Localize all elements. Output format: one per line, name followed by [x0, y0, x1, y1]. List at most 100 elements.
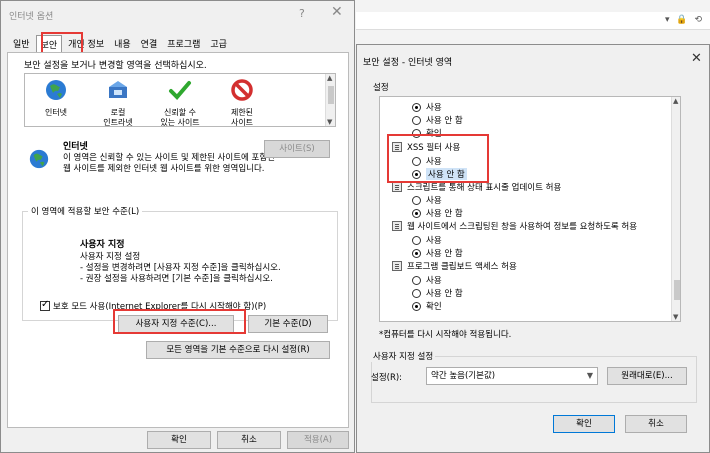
zone-label: 사이트 [230, 118, 254, 127]
radio-button[interactable] [412, 195, 421, 205]
close-icon[interactable]: ✕ [331, 4, 343, 20]
intranet-icon [109, 81, 127, 98]
setting-header: 프로그램 클립보드 액세스 허용 [392, 260, 517, 272]
radio-button[interactable] [412, 288, 421, 298]
option-label: 확인 [426, 302, 442, 312]
custom-desc-line: - 설정을 변경하려면 [사용자 지정 수준]을 클릭하십시오. [80, 263, 281, 273]
globe-icon [29, 149, 49, 169]
radio-button[interactable] [412, 248, 421, 258]
restart-note: *컴퓨터를 다시 시작해야 적용됩니다. [379, 330, 512, 340]
setting-option[interactable]: 사용 안 함 [412, 287, 463, 299]
ok-button[interactable]: 확인 [147, 431, 211, 449]
checkmark-icon [169, 81, 191, 100]
settings-list: 사용 사용 안 함 확인 XSS 필터 사용 사용 사용 안 함 스크립트를 통… [379, 96, 681, 322]
option-label: 사용 [426, 103, 442, 113]
setting-option[interactable]: 확인 [412, 300, 442, 312]
apply-button[interactable]: 적용(A) [287, 431, 349, 449]
settings-label: 설정 [373, 83, 389, 93]
option-label: 사용 안 함 [426, 249, 463, 259]
tab-general[interactable]: 일반 [9, 35, 34, 53]
scroll-up-icon[interactable]: ▲ [327, 74, 332, 82]
setting-option[interactable]: 사용 [412, 234, 442, 246]
highlight-security-tab [41, 32, 83, 54]
default-level-button[interactable]: 기본 수준(D) [248, 315, 328, 333]
radio-button[interactable] [412, 301, 421, 311]
chevron-down-icon: ▼ [586, 371, 593, 380]
tab-advanced[interactable]: 고급 [206, 35, 231, 53]
option-label: 사용 [426, 236, 442, 246]
zone-internet[interactable]: 인터넷 [25, 78, 87, 118]
option-label: 사용 안 함 [426, 289, 463, 299]
tab-content[interactable]: 내용 [110, 35, 135, 53]
reset-all-zones-button[interactable]: 모든 영역을 기본 수준으로 다시 설정(R) [146, 341, 330, 359]
tab-connections[interactable]: 연결 [137, 35, 162, 53]
radio-button[interactable] [412, 208, 421, 218]
zone-list: 인터넷 로컬 인트라넷 신뢰할 수 있는 사이트 제한된 사이트 ▲ ▼ [24, 73, 336, 127]
setting-option[interactable]: 사용 [412, 194, 442, 206]
zone-detail-title: 인터넷 [63, 142, 88, 152]
internet-options-dialog: 인터넷 옵션 ? ✕ 일반 보안 개인 정보 내용 연결 프로그램 고급 보안 … [0, 0, 355, 453]
help-icon[interactable]: ? [299, 7, 305, 20]
setting-option[interactable]: 사용 [412, 274, 442, 286]
radio-button[interactable] [412, 115, 421, 125]
zone-label: 인터넷 [44, 108, 68, 117]
custom-settings-group-label: 사용자 지정 설정 [371, 350, 436, 362]
custom-desc-line: 사용자 지정 설정 [80, 252, 141, 262]
sites-button[interactable]: 사이트(S) [264, 140, 330, 158]
restricted-icon [231, 79, 253, 101]
option-label: 사용 [426, 196, 442, 206]
security-settings-dialog: 보안 설정 - 인터넷 영역 ✕ 설정 사용 사용 안 함 확인 XSS 필터 … [356, 44, 710, 453]
settings-list-scrollbar[interactable]: ▲ ▼ [671, 97, 680, 321]
script-setting-icon [392, 182, 402, 192]
setting-option[interactable]: 사용 안 함 [412, 247, 463, 259]
custom-level-title: 사용자 지정 [80, 240, 125, 250]
reset-to-value: 약간 높음(기본값) [431, 371, 496, 381]
zone-list-scrollbar[interactable]: ▲ ▼ [325, 74, 335, 126]
setting-header-label: 웹 사이트에서 스크립팅된 창을 사용하여 정보를 요청하도록 허용 [407, 222, 638, 232]
setting-header: 웹 사이트에서 스크립팅된 창을 사용하여 정보를 요청하도록 허용 [392, 220, 637, 232]
zone-instruction: 보안 설정을 보거나 변경할 영역을 선택하십시오. [24, 61, 207, 71]
zone-label: 제한된 [230, 108, 254, 117]
zone-label: 인트라넷 [103, 118, 133, 127]
option-label: 사용 [426, 276, 442, 286]
zone-label: 로컬 [110, 108, 126, 117]
scroll-down-icon[interactable]: ▼ [673, 313, 678, 321]
scroll-thumb[interactable] [674, 280, 680, 300]
highlight-xss-filter-setting [387, 134, 489, 183]
dialog-title: 인터넷 옵션 [9, 12, 54, 22]
protected-mode-checkbox[interactable] [40, 299, 50, 311]
zone-local-intranet[interactable]: 로컬 인트라넷 [87, 78, 149, 128]
zone-label: 있는 사이트 [160, 118, 200, 127]
dialog-title: 보안 설정 - 인터넷 영역 [363, 58, 453, 68]
script-setting-icon [392, 221, 402, 231]
close-icon[interactable]: ✕ [691, 51, 702, 66]
cancel-button[interactable]: 취소 [625, 415, 687, 433]
tab-programs[interactable]: 프로그램 [163, 35, 204, 53]
cancel-button[interactable]: 취소 [217, 431, 281, 449]
setting-header-label: 프로그램 클립보드 액세스 허용 [407, 262, 517, 272]
option-label: 사용 안 함 [426, 116, 463, 126]
option-label: 사용 안 함 [426, 209, 463, 219]
ok-button[interactable]: 확인 [553, 415, 615, 433]
radio-button[interactable] [412, 235, 421, 245]
zone-label: 신뢰할 수 [164, 108, 196, 117]
reset-to-select[interactable]: 약간 높음(기본값) ▼ [426, 367, 598, 385]
radio-button[interactable] [412, 275, 421, 285]
setting-option[interactable]: 사용 [412, 101, 442, 113]
setting-option[interactable]: 사용 안 함 [412, 207, 463, 219]
scroll-thumb[interactable] [328, 86, 334, 104]
setting-option[interactable]: 사용 안 함 [412, 114, 463, 126]
globe-icon [46, 80, 66, 100]
reset-button[interactable]: 원래대로(E)... [607, 367, 687, 385]
highlight-custom-level-button [113, 309, 246, 334]
zone-trusted-sites[interactable]: 신뢰할 수 있는 사이트 [149, 78, 211, 128]
scroll-up-icon[interactable]: ▲ [673, 97, 678, 105]
security-tab-panel: 보안 설정을 보거나 변경할 영역을 선택하십시오. 인터넷 로컬 인트라넷 신… [7, 52, 349, 428]
radio-button[interactable] [412, 102, 421, 112]
custom-level-description: 사용자 지정 설정 - 설정을 변경하려면 [사용자 지정 수준]을 클릭하십시… [80, 252, 330, 285]
address-bar-icons: ▾ 🔒 ⟲ [665, 15, 704, 25]
zone-restricted-sites[interactable]: 제한된 사이트 [211, 78, 273, 128]
scroll-down-icon[interactable]: ▼ [327, 118, 332, 126]
zone-detail-description: 이 영역은 신뢰할 수 있는 사이트 및 제한된 사이트에 포함된 웹 사이트를… [63, 153, 275, 174]
address-bar[interactable]: ▾ 🔒 ⟲ [356, 12, 710, 30]
